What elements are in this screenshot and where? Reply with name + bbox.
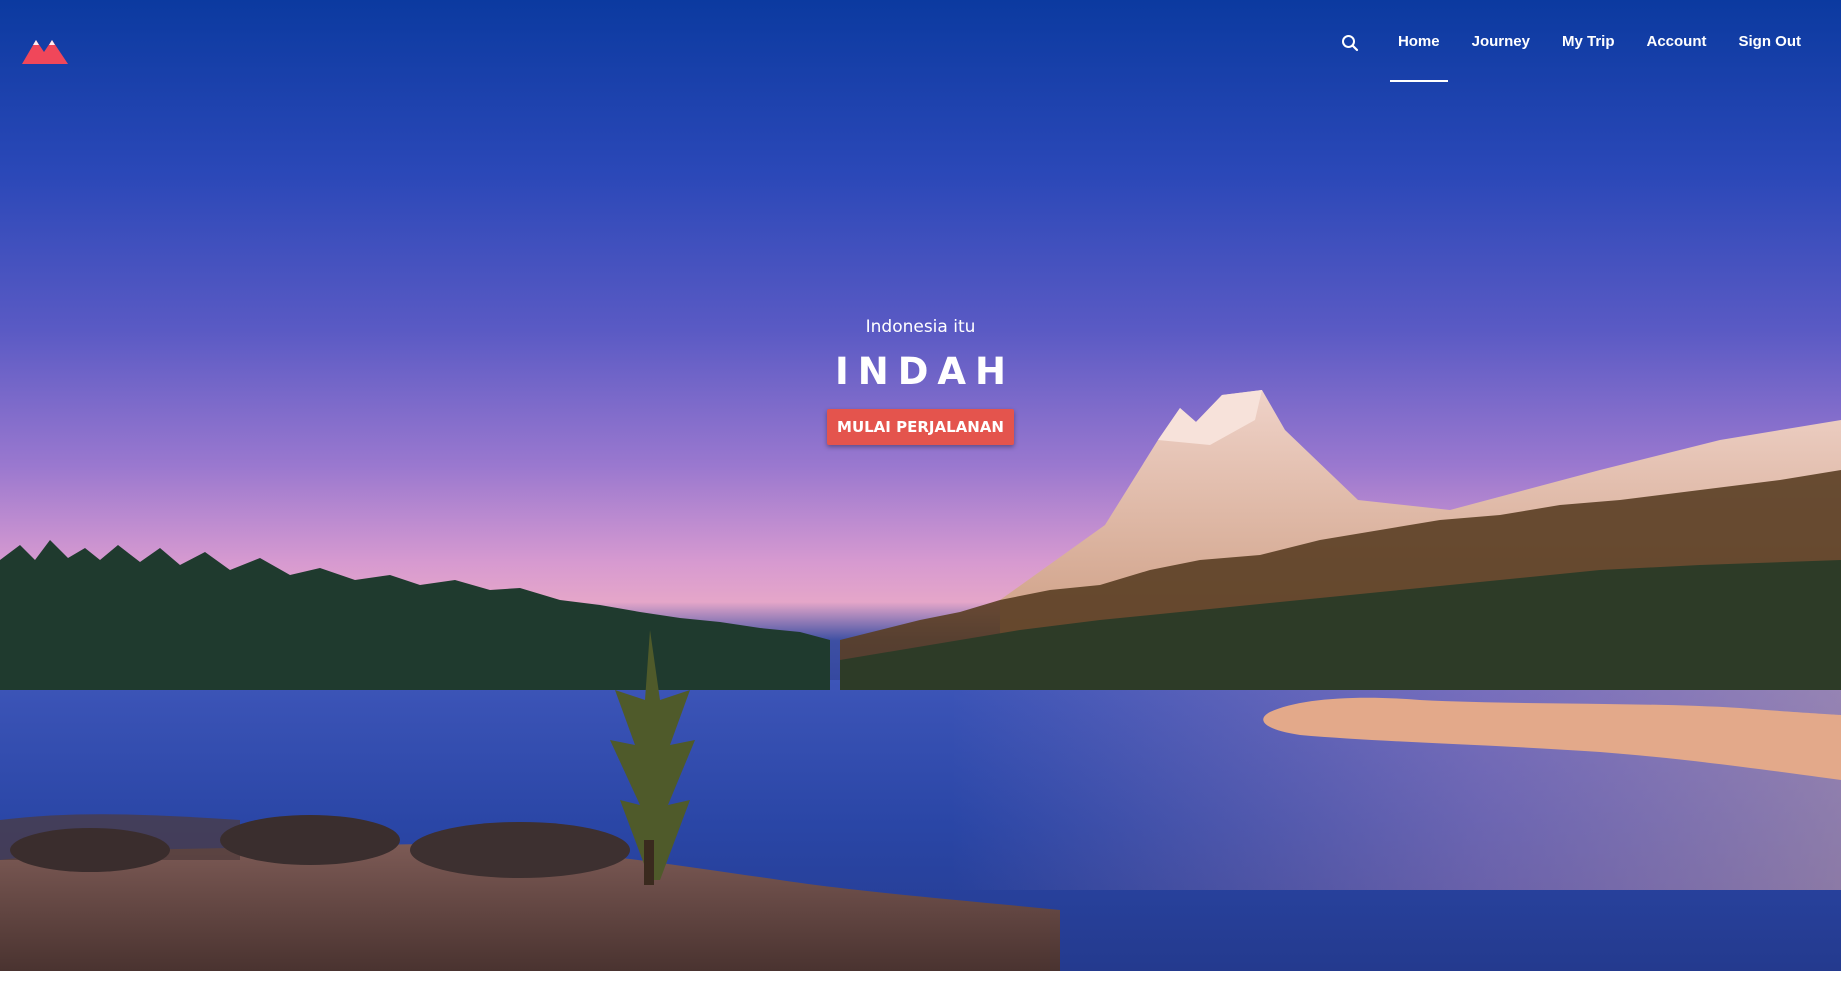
mountain-icon[interactable] [22, 30, 68, 64]
start-journey-button[interactable]: MULAI PERJALANAN [827, 409, 1014, 445]
hero-background-image [0, 390, 1841, 971]
search-icon[interactable] [1340, 33, 1360, 53]
nav-item-account[interactable]: Account [1631, 0, 1723, 84]
nav-item-my-trip[interactable]: My Trip [1546, 0, 1631, 84]
hero-headline: INDAH [834, 350, 1016, 393]
top-navbar: Home Journey My Trip Account Sign Out [0, 0, 1841, 86]
nav-item-sign-out[interactable]: Sign Out [1723, 0, 1818, 84]
nav-item-journey[interactable]: Journey [1456, 0, 1546, 84]
hero-text-block: Indonesia itu INDAH MULAI PERJALANAN [0, 316, 1841, 445]
nav-item-home[interactable]: Home [1382, 0, 1456, 84]
hero-section: Home Journey My Trip Account Sign Out In… [0, 0, 1841, 971]
main-nav: Home Journey My Trip Account Sign Out [1340, 0, 1841, 84]
hero-eyebrow: Indonesia itu [865, 317, 976, 337]
